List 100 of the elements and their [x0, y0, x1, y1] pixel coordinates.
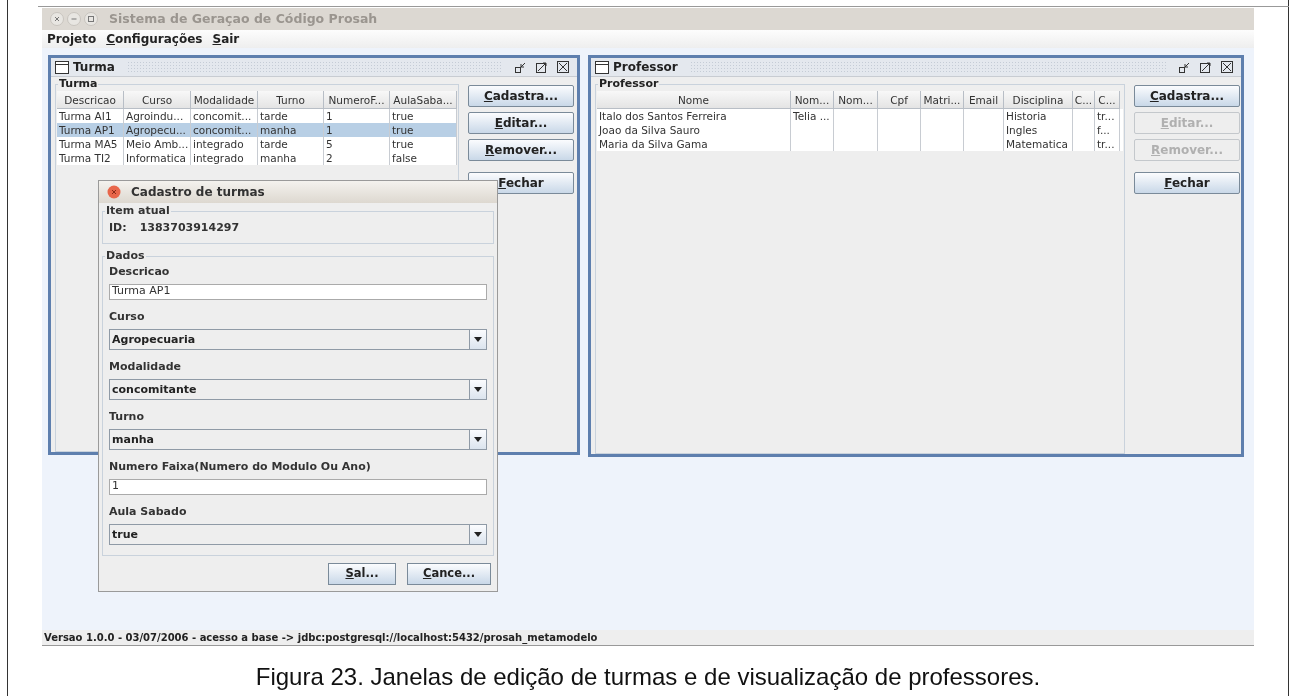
table-cell: integrado [193, 152, 244, 164]
group-title: Professor [598, 77, 660, 90]
group-title: Turma [58, 77, 99, 90]
table-cell: Historia [1006, 110, 1047, 122]
field-label: Descricao [109, 264, 171, 279]
table-row[interactable]: Turma AP1 Agropecu... concomit... manha 1 true [57, 123, 457, 137]
maximize-icon[interactable] [536, 61, 547, 73]
table-row[interactable]: Maria da Silva Gama Matematica tr... [597, 137, 1123, 151]
table-cell: 5 [326, 138, 333, 150]
table-cell: concomit... [193, 110, 252, 122]
frame-title: Professor [613, 59, 678, 76]
dialog-title: Cadastro de turmas [131, 184, 265, 201]
group-title: Dados [105, 248, 146, 262]
table-cell: Turma AI1 [59, 110, 112, 122]
caret-icon [474, 336, 482, 342]
dialog-button[interactable]: Sal... [328, 562, 396, 585]
id-label: ID: [109, 220, 127, 236]
table-cell: Turma MA5 [59, 138, 118, 150]
table-cell: Agropecu... [126, 124, 186, 136]
dialog-button[interactable]: Cance... [407, 562, 491, 585]
column-header[interactable]: Curso [124, 91, 191, 109]
status-text: Versao 1.0.0 - 03/07/2006 - acesso a base -> jdbc:postgresql://localhost:5432/prosah_metamodelo [44, 631, 598, 645]
minimize-icon[interactable] [1179, 61, 1190, 73]
caret-icon [474, 531, 482, 537]
column-header[interactable]: Descricao [57, 91, 124, 109]
text-field[interactable]: 1 [109, 478, 487, 495]
table-row[interactable]: Turma TI2 Informatica integrado manha 2 false [57, 151, 457, 165]
table-cell: Meio Amb... [126, 138, 189, 150]
table-cell: 1 [326, 110, 333, 122]
column-header[interactable]: Disciplina [1004, 91, 1073, 109]
table-cell: Turma TI2 [59, 152, 111, 164]
column-header[interactable]: NumeroF... [324, 91, 390, 109]
column-header[interactable]: Nom... [834, 91, 878, 109]
text-field[interactable]: Turma AP1 [109, 283, 487, 300]
close-icon[interactable] [107, 185, 121, 199]
table-cell: true [392, 110, 414, 122]
table-cell: f... [1097, 124, 1110, 136]
table-cell: Italo dos Santos Ferreira [599, 110, 727, 122]
column-header[interactable]: Cpf [878, 91, 921, 109]
window-title: Sistema de Geraçao de Código Prosah [109, 9, 378, 28]
menu-item[interactable]: Configurações [106, 30, 203, 48]
id-value: 1383703914297 [139, 220, 240, 236]
dropdown[interactable]: true [109, 523, 487, 545]
table-cell: true [392, 124, 414, 136]
table-cell: Telia ... [793, 110, 830, 122]
dropdown[interactable]: manha [109, 428, 487, 450]
table-cell: Maria da Silva Gama [599, 138, 708, 150]
field-label: Turno [109, 409, 145, 424]
minimize-icon[interactable] [515, 61, 526, 73]
table-row[interactable]: Turma MA5 Meio Amb... integrado tarde 5 true [57, 137, 457, 151]
action-button[interactable]: Editar... [468, 112, 574, 134]
action-button[interactable]: Fechar [1134, 172, 1240, 194]
menu-item[interactable]: Sair [212, 30, 240, 48]
table-cell: Turma AP1 [59, 124, 115, 136]
menu-item[interactable]: Projeto [47, 30, 97, 48]
window-icon [55, 60, 69, 74]
close-icon[interactable] [1221, 61, 1233, 73]
field-label: Aula Sabado [109, 504, 188, 519]
column-header[interactable]: Modalidade [191, 91, 258, 109]
table-row[interactable]: Joao da Silva Sauro Ingles f... [597, 123, 1123, 137]
caret-icon [474, 386, 482, 392]
table-cell: tr... [1097, 138, 1115, 150]
column-header[interactable]: C... [1095, 91, 1120, 109]
table-cell: manha [260, 124, 297, 136]
caret-icon [474, 436, 482, 442]
column-header[interactable]: Nom... [791, 91, 834, 109]
group-title: Item atual [105, 204, 171, 217]
table-cell: 1 [326, 124, 333, 136]
column-header[interactable]: Email [964, 91, 1004, 109]
figure-caption: Figura 23. Janelas de edição de turmas e de visualização de professores. [254, 663, 1042, 691]
column-header[interactable]: Matri... [921, 91, 964, 109]
table-cell: integrado [193, 138, 244, 150]
table-row[interactable]: Italo dos Santos Ferreira Telia ... Historia tr... [597, 109, 1123, 123]
table-cell: 2 [326, 152, 333, 164]
table-cell: true [392, 138, 414, 150]
table-cell: tarde [260, 138, 288, 150]
maximize-icon[interactable] [1200, 61, 1211, 73]
table-cell: tr... [1097, 110, 1115, 122]
close-icon[interactable] [557, 61, 569, 73]
table-cell: false [392, 152, 417, 164]
table-cell: Informatica [126, 152, 186, 164]
action-button[interactable]: Cadastra... [468, 85, 574, 107]
frame-title: Turma [73, 59, 115, 76]
dropdown[interactable]: concomitante [109, 378, 487, 400]
column-header[interactable]: Turno [258, 91, 324, 109]
column-header[interactable]: AulaSaba... [390, 91, 457, 109]
action-button[interactable]: Remover... [468, 139, 574, 161]
table-cell: tarde [260, 110, 288, 122]
table-cell: manha [260, 152, 297, 164]
column-header[interactable]: C... [1073, 91, 1095, 109]
table-cell: Agroindu... [126, 110, 184, 122]
table-row[interactable]: Turma AI1 Agroindu... concomit... tarde 1 true [57, 109, 457, 123]
table-cell: Matematica [1006, 138, 1068, 150]
window-icon [595, 60, 609, 74]
column-header[interactable]: Nome [597, 91, 791, 109]
table-cell: Joao da Silva Sauro [599, 124, 700, 136]
field-label: Curso [109, 309, 146, 324]
table-cell: Ingles [1006, 124, 1038, 136]
action-button[interactable]: Cadastra... [1134, 85, 1240, 107]
dropdown[interactable]: Agropecuaria [109, 328, 487, 350]
